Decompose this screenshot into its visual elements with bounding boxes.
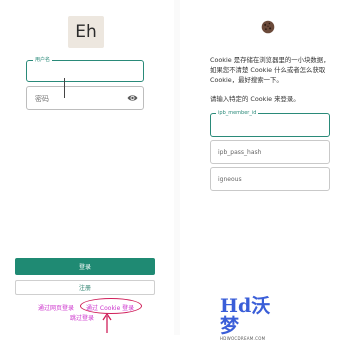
igneous-label: igneous [218,176,242,183]
app-logo: Eh [68,16,104,48]
login-button[interactable]: 登录 [15,258,155,275]
web-login-link[interactable]: 通过网页登录 [38,303,74,312]
annotation-arrow-icon [102,312,112,333]
text-cursor [64,78,65,98]
register-button[interactable]: 注册 [15,280,155,295]
watermark-logo: Hd沃梦 HDWOCDREAM.COM [220,296,280,341]
ipb-pass-hash-field[interactable]: ipb_pass_hash [210,140,330,164]
watermark-domain: HDWOCDREAM.COM [220,336,266,341]
ipb-member-id-label: ipb_member_id [216,110,259,117]
cookie-description: Cookie 是存储在浏览器里的一小块数据，如果您不清楚 Cookie 什么或者… [210,56,330,84]
eye-icon[interactable] [127,94,138,102]
igneous-field[interactable]: igneous [210,167,330,191]
username-field[interactable]: 用户名 [26,56,144,82]
cookie-icon [261,20,275,34]
watermark-text: Hd沃梦 [220,295,271,337]
ipb-member-id-field[interactable]: ipb_member_id [210,110,330,137]
password-field[interactable]: 密码 [26,86,144,110]
username-label: 用户名 [33,56,53,64]
cookie-prompt: 请输入特定的 Cookie 来登录。 [210,95,300,103]
password-placeholder: 密码 [35,95,49,103]
ipb-pass-hash-label: ipb_pass_hash [218,149,262,156]
skip-login-link[interactable]: 跳过登录 [70,313,94,322]
